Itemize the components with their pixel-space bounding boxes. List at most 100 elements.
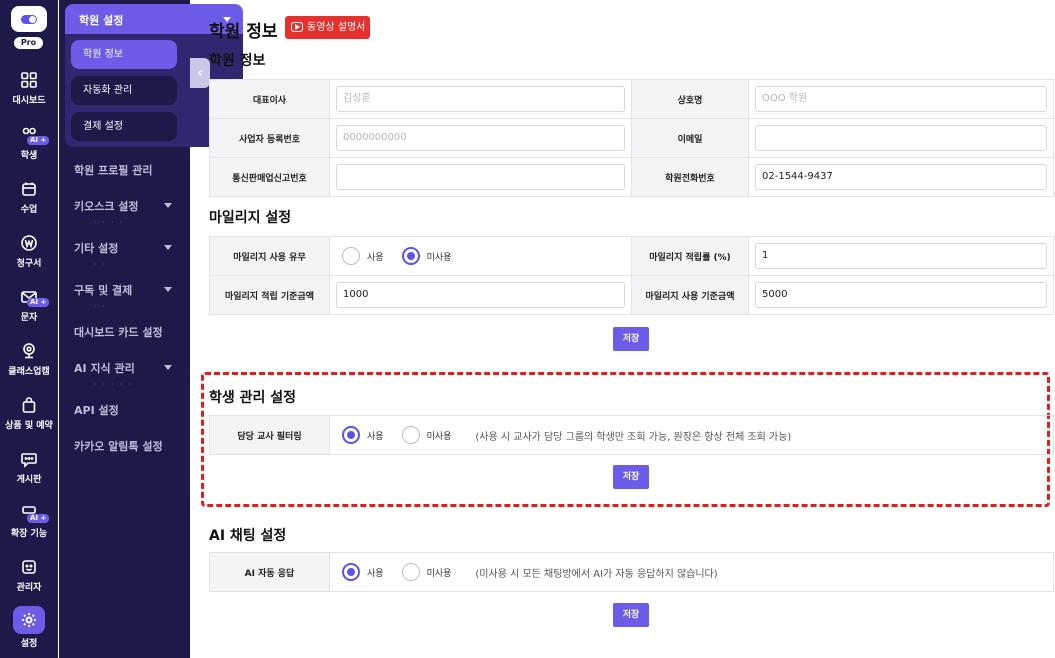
- teacher-filter-nouse-radio[interactable]: [401, 426, 420, 444]
- ai-auto-reply-help: (미사용 시 모든 채팅방에서 AI가 자동 응답하지 않습니다): [475, 568, 718, 580]
- play-icon: [291, 22, 303, 32]
- divider-dots: ··: [94, 302, 112, 311]
- divider-dots: ··: [94, 260, 112, 269]
- academy-info-table: 대표이사 김성훈 상호명 OOO 학원 사업자 등록번호 0000000000 …: [209, 79, 1054, 197]
- ai-tag: AI +: [27, 298, 50, 307]
- cell: [329, 157, 632, 197]
- ai-chat-save-button[interactable]: 저장: [613, 603, 649, 627]
- subnav-item-payment-settings[interactable]: 결제 설정: [71, 112, 177, 141]
- rail-label: 대시보드: [12, 96, 46, 106]
- table-row: 마일리지 적립 기준금액 1000 마일리지 사용 기준금액 5000: [209, 275, 1054, 315]
- rail-item-board[interactable]: 게시판: [0, 448, 58, 498]
- nav-link-label: AI 지식 관리: [74, 362, 135, 375]
- label-ai-auto-reply: AI 자동 응답: [209, 552, 330, 592]
- label-business-name: 상호명: [631, 79, 749, 119]
- label-ecommerce-number: 통신판매업신고번호: [209, 157, 330, 197]
- sidebar-collapse-button[interactable]: ‹: [190, 58, 210, 88]
- subnav-item-automation[interactable]: 자동화 관리: [71, 76, 177, 105]
- subnav-link-subscription[interactable]: 구독 및 결제: [74, 282, 172, 298]
- rail-item-settings[interactable]: 설정: [0, 606, 58, 656]
- webcam-icon: [18, 340, 40, 362]
- table-row: 사업자 등록번호 0000000000 이메일: [209, 118, 1054, 158]
- subnav-link-other[interactable]: 기타 설정: [74, 240, 172, 256]
- rail-label: 청구서: [16, 259, 42, 269]
- business-number-input[interactable]: 0000000000: [336, 125, 625, 151]
- rail-item-classcam[interactable]: 클래스업캠: [0, 340, 58, 390]
- chevron-down-icon: [164, 365, 172, 370]
- ecommerce-number-input[interactable]: [336, 164, 625, 190]
- mileage-use-radio-group: 사용 미사용: [336, 247, 625, 265]
- nav-link-label: 구독 및 결제: [74, 284, 133, 297]
- mileage-table: 마일리지 사용 유무 사용 미사용 마일리지 적립률 (%) 1 마일리지 적립…: [209, 236, 1054, 315]
- label-email: 이메일: [631, 118, 749, 158]
- subnav-link-kiosk[interactable]: 키오스크 설정: [74, 198, 172, 214]
- ai-auto-reply-nouse-radio[interactable]: [401, 563, 420, 581]
- settings-subnav: 학원 설정 학원 정보 자동화 관리 결제 설정 학원 프로필 관리 키오스크 …: [59, 0, 243, 658]
- mileage-save-button[interactable]: 저장: [613, 327, 649, 351]
- section-title-student: 학생 관리 설정: [209, 390, 297, 406]
- pro-badge: Pro: [14, 37, 43, 49]
- rail-item-invoice[interactable]: 청구서: [0, 232, 58, 282]
- rail-item-students[interactable]: AI + 학생: [0, 124, 58, 174]
- divider-dots: ·····: [94, 380, 137, 389]
- video-guide-button[interactable]: 동영상 설명서: [285, 16, 370, 39]
- use-base-input[interactable]: 5000: [755, 282, 1047, 308]
- radio-label: 미사용: [426, 568, 452, 579]
- rail-item-products[interactable]: 상품 및 예약: [0, 394, 58, 444]
- label-business-number: 사업자 등록번호: [209, 118, 330, 158]
- email-input[interactable]: [755, 125, 1047, 151]
- mileage-rate-input[interactable]: 1: [755, 243, 1047, 269]
- teacher-filter-use-radio[interactable]: [342, 426, 360, 444]
- section-title-mileage: 마일리지 설정: [209, 210, 292, 226]
- subnav-link-api[interactable]: API 설정: [74, 402, 119, 418]
- rail-item-messages[interactable]: AI + 문자: [0, 286, 58, 336]
- subnav-link-dashboard-card[interactable]: 대시보드 카드 설정: [74, 324, 163, 340]
- app-logo[interactable]: [11, 6, 47, 32]
- extension-icon: AI +: [18, 502, 50, 524]
- rail-label: 학생: [20, 151, 38, 161]
- ceo-input[interactable]: 김성훈: [336, 86, 625, 112]
- label-use-base: 마일리지 사용 기준금액: [631, 275, 749, 315]
- radio-label: 미사용: [426, 431, 452, 442]
- calendar-icon: [18, 178, 40, 200]
- earn-base-input[interactable]: 1000: [336, 282, 625, 308]
- rail-item-dashboard[interactable]: 대시보드: [0, 69, 58, 119]
- nav-link-label: 기타 설정: [74, 242, 119, 255]
- rail-label: 확장 기능: [10, 529, 48, 539]
- cell: 사용 미사용 (사용 시 교사가 담당 그룹의 학생만 조회 가능, 원장은 항…: [329, 415, 1054, 455]
- label-mileage-rate: 마일리지 적립률 (%): [631, 236, 749, 276]
- label-phone: 학원전화번호: [631, 157, 749, 197]
- subnav-link-profile[interactable]: 학원 프로필 관리: [74, 162, 153, 178]
- mileage-nouse-radio[interactable]: [401, 247, 420, 265]
- table-row: 담당 교사 필터링 사용 미사용 (사용 시 교사가 담당 그룹의 학생만 조회…: [209, 415, 1054, 455]
- page-title: 학원 정보: [209, 22, 278, 42]
- student-save-button[interactable]: 저장: [613, 465, 649, 489]
- subnav-link-ai-knowledge[interactable]: AI 지식 관리: [74, 360, 172, 376]
- subnav-link-kakao[interactable]: 카카오 알림톡 설정: [74, 438, 163, 454]
- rail-item-extensions[interactable]: AI + 확장 기능: [0, 502, 58, 552]
- rail-label: 상품 및 예약: [5, 421, 53, 431]
- rail-item-classes[interactable]: 수업: [0, 178, 58, 228]
- divider-dots: ····: [94, 218, 129, 227]
- nav-link-label: 키오스크 설정: [74, 200, 139, 213]
- cell: 02-1544-9437: [748, 157, 1054, 197]
- cell: 사용 미사용: [329, 236, 632, 276]
- label-ceo: 대표이사: [209, 79, 330, 119]
- rail-item-admin[interactable]: 관리자: [0, 556, 58, 606]
- mail-icon: AI +: [18, 286, 50, 308]
- teacher-filter-radio-group: 사용 미사용 (사용 시 교사가 담당 그룹의 학생만 조회 가능, 원장은 항…: [336, 426, 1047, 444]
- business-name-input[interactable]: OOO 학원: [755, 86, 1047, 112]
- phone-input[interactable]: 02-1544-9437: [755, 164, 1047, 190]
- rail-label: 수업: [20, 205, 38, 215]
- mileage-use-radio[interactable]: [342, 247, 360, 265]
- cell: 5000: [748, 275, 1054, 315]
- ai-auto-reply-use-radio[interactable]: [342, 563, 360, 581]
- video-guide-label: 동영상 설명서: [307, 22, 366, 33]
- student-table: 담당 교사 필터링 사용 미사용 (사용 시 교사가 담당 그룹의 학생만 조회…: [209, 415, 1054, 455]
- radio-label: 미사용: [426, 252, 452, 263]
- cell: OOO 학원: [748, 79, 1054, 119]
- logo-toggle-icon: [21, 14, 37, 24]
- chevron-down-icon: [164, 287, 172, 292]
- subnav-item-academy-info[interactable]: 학원 정보: [71, 40, 177, 69]
- gear-icon: [13, 606, 45, 634]
